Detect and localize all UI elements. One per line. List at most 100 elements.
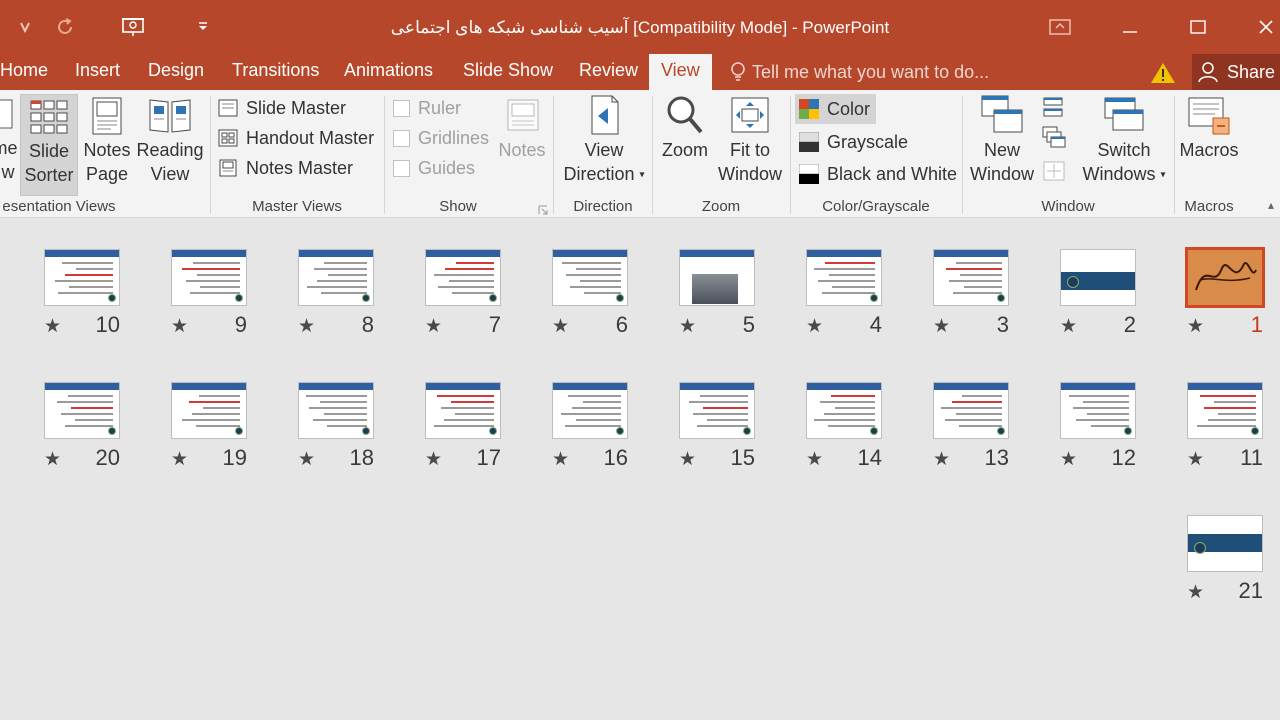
slide-thumbnail[interactable]: [1187, 515, 1263, 572]
transition-star-icon[interactable]: ★: [425, 315, 442, 338]
tab-review[interactable]: Review: [579, 54, 638, 90]
notes-master-button[interactable]: Notes Master: [218, 154, 353, 182]
tab-design[interactable]: Design: [148, 54, 204, 90]
slide-number: 14: [857, 445, 882, 470]
transition-star-icon[interactable]: ★: [933, 315, 950, 338]
transition-star-icon[interactable]: ★: [679, 448, 696, 471]
guides-checkbox[interactable]: Guides: [393, 154, 475, 182]
slide-thumbnail[interactable]: [552, 249, 628, 306]
slide-thumbnail[interactable]: [171, 249, 247, 306]
slide-thumbnail[interactable]: [1185, 247, 1265, 308]
gridlines-check-box[interactable]: [393, 129, 410, 147]
transition-star-icon[interactable]: ★: [1060, 315, 1077, 338]
transition-star-icon[interactable]: ★: [933, 448, 950, 471]
transition-star-icon[interactable]: ★: [679, 315, 696, 338]
globe-icon: [1067, 276, 1079, 288]
slide-thumbnail[interactable]: [171, 382, 247, 439]
transition-star-icon[interactable]: ★: [552, 315, 569, 338]
tab-slide-show[interactable]: Slide Show: [463, 54, 553, 90]
slide-text-lines: [51, 262, 113, 298]
slide-thumbnail[interactable]: [933, 249, 1009, 306]
slide-master-button[interactable]: Slide Master: [218, 94, 346, 122]
slide-sorter-pane[interactable]: ★ 1 ★ 2 ★ 3 ★ 4 ★ 5 ★ 6 ★ 7 ★ 8 ★ 9 ★ 10 ★ 11 ★ 12 ★ 13 ★ 14 ★ 15 ★ 16 ★…: [0, 219, 1280, 720]
grayscale-button[interactable]: Grayscale: [799, 128, 908, 156]
black-and-white-button[interactable]: Black and White: [799, 160, 957, 188]
fit-to-window-button[interactable]: Fit to Window: [714, 94, 786, 186]
slide-thumbnail[interactable]: [552, 382, 628, 439]
new-window-button[interactable]: New Window: [966, 94, 1038, 186]
tab-view[interactable]: View: [649, 54, 712, 90]
text-line: [181, 419, 240, 421]
text-line: [945, 268, 1002, 270]
notes-button[interactable]: Notes: [496, 94, 548, 162]
minimize-icon[interactable]: [1110, 12, 1150, 42]
transition-star-icon[interactable]: ★: [171, 448, 188, 471]
maximize-icon[interactable]: [1178, 12, 1218, 42]
cascade-icon[interactable]: [1042, 126, 1066, 155]
transition-star-icon[interactable]: ★: [806, 448, 823, 471]
move-split-icon[interactable]: [1042, 160, 1066, 189]
text-line: [824, 262, 875, 264]
color-button[interactable]: Color: [795, 94, 877, 124]
normal-view-button[interactable]: me w: [0, 94, 18, 184]
slide-thumbnail[interactable]: [933, 382, 1009, 439]
slide-thumbnail[interactable]: [806, 249, 882, 306]
slide-thumbnail[interactable]: [44, 249, 120, 306]
share-button[interactable]: Share: [1192, 54, 1280, 90]
slide-thumbnail[interactable]: [425, 249, 501, 306]
transition-star-icon[interactable]: ★: [44, 315, 61, 338]
transition-star-icon[interactable]: ★: [1060, 448, 1077, 471]
transition-star-icon[interactable]: ★: [1187, 581, 1204, 604]
tab-animations[interactable]: Animations: [344, 54, 433, 90]
dialog-launcher-icon[interactable]: [538, 202, 548, 220]
ribbon-display-options-icon[interactable]: [1040, 12, 1080, 42]
collapse-ribbon-icon[interactable]: ▴: [1268, 198, 1274, 212]
transition-star-icon[interactable]: ★: [298, 315, 315, 338]
macros-button[interactable]: Macros: [1178, 94, 1240, 162]
notes-page-button[interactable]: Notes Page: [80, 94, 134, 186]
slide-text-lines: [1194, 395, 1256, 431]
slide-thumbnail[interactable]: [679, 382, 755, 439]
slide-thumbnail[interactable]: [298, 382, 374, 439]
transition-star-icon[interactable]: ★: [806, 315, 823, 338]
text-line: [565, 425, 621, 427]
ruler-checkbox[interactable]: Ruler: [393, 94, 461, 122]
transition-star-icon[interactable]: ★: [298, 448, 315, 471]
slide-thumbnail[interactable]: [1060, 249, 1136, 306]
guides-check-box[interactable]: [393, 159, 410, 177]
warning-icon[interactable]: [1150, 62, 1176, 84]
tell-me-search[interactable]: Tell me what you want to do...: [728, 54, 989, 90]
handout-master-button[interactable]: Handout Master: [218, 124, 374, 152]
slide-sorter-button[interactable]: Slide Sorter: [20, 94, 78, 196]
color-label: Color: [827, 98, 871, 119]
globe-icon: [108, 427, 116, 435]
slide-thumbnail[interactable]: [298, 249, 374, 306]
tab-home[interactable]: Home: [0, 54, 48, 90]
globe-icon: [1194, 542, 1206, 554]
close-icon[interactable]: [1246, 12, 1280, 42]
slide-thumbnail[interactable]: [1060, 382, 1136, 439]
view-direction-button[interactable]: View Direction ▾: [558, 94, 650, 187]
slide-thumbnail[interactable]: [806, 382, 882, 439]
slide-thumbnail[interactable]: [679, 249, 755, 306]
transition-star-icon[interactable]: ★: [44, 448, 61, 471]
transition-star-icon[interactable]: ★: [1187, 448, 1204, 471]
text-line: [309, 407, 367, 409]
zoom-button[interactable]: Zoom: [658, 94, 712, 162]
transition-star-icon[interactable]: ★: [1187, 315, 1204, 338]
ruler-check-box[interactable]: [393, 99, 410, 117]
slide-thumbnail[interactable]: [425, 382, 501, 439]
text-line: [962, 395, 1002, 397]
text-line: [944, 419, 1002, 421]
arrange-all-icon[interactable]: [1042, 96, 1064, 123]
tab-transitions[interactable]: Transitions: [232, 54, 319, 90]
tab-insert[interactable]: Insert: [75, 54, 120, 90]
reading-view-button[interactable]: Reading View: [136, 94, 204, 186]
slide-thumbnail[interactable]: [44, 382, 120, 439]
switch-windows-button[interactable]: Switch Windows ▾: [1078, 94, 1170, 187]
gridlines-checkbox[interactable]: Gridlines: [393, 124, 489, 152]
transition-star-icon[interactable]: ★: [171, 315, 188, 338]
transition-star-icon[interactable]: ★: [425, 448, 442, 471]
transition-star-icon[interactable]: ★: [552, 448, 569, 471]
slide-thumbnail[interactable]: [1187, 382, 1263, 439]
